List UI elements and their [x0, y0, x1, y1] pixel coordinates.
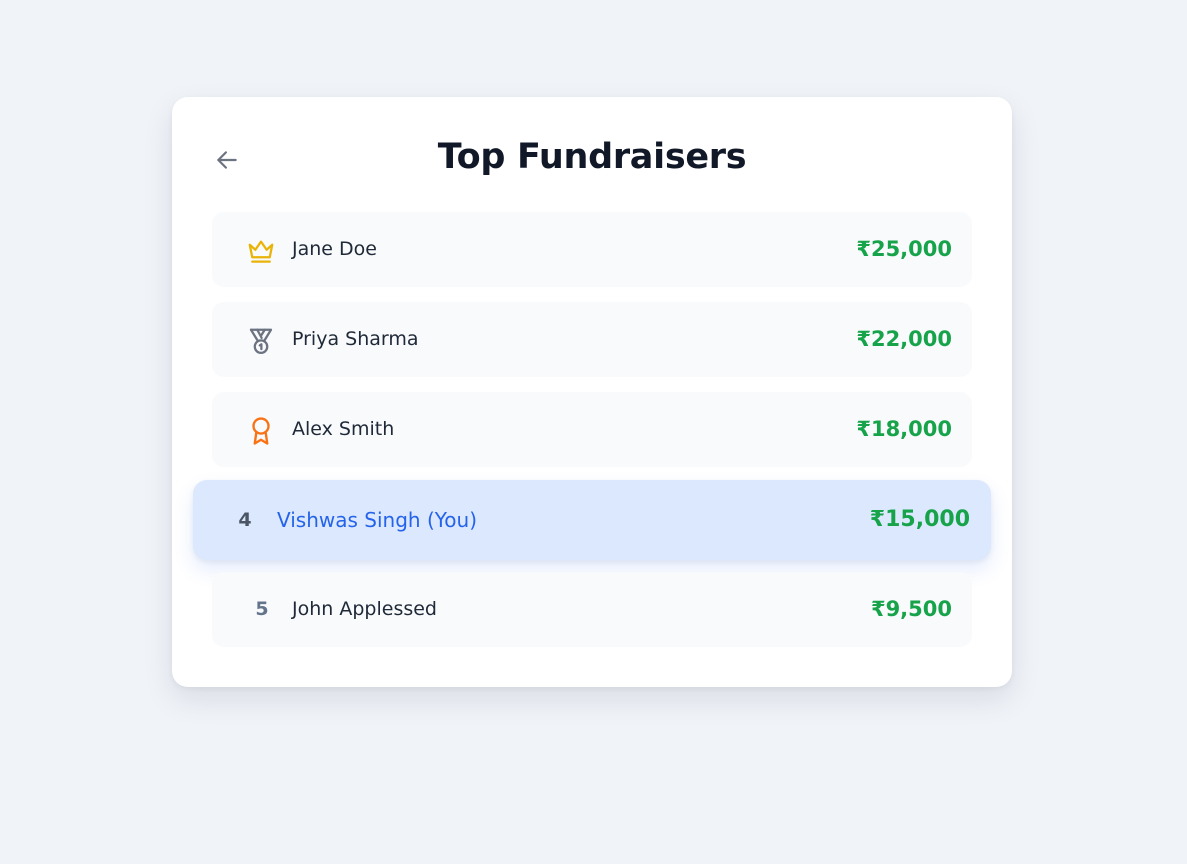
leaderboard-row-1[interactable]: Jane Doe ₹25,000	[212, 212, 972, 287]
fundraiser-name: Priya Sharma	[292, 328, 419, 350]
rank-number: 4	[238, 509, 252, 531]
rank-number: 5	[255, 598, 269, 620]
leaderboard-row-current-user[interactable]: 4 Vishwas Singh (You) ₹15,000	[193, 480, 991, 560]
leaderboard-card: Top Fundraisers Jane Doe ₹25,000 Priya S…	[172, 97, 1012, 687]
leaderboard-row-5[interactable]: 5 John Applessed ₹9,500	[212, 572, 972, 647]
award-ribbon-icon	[252, 417, 270, 445]
leaderboard-row-3[interactable]: Alex Smith ₹18,000	[212, 392, 972, 467]
fundraiser-amount: ₹18,000	[856, 417, 952, 441]
fundraiser-amount: ₹9,500	[870, 597, 952, 621]
leaderboard-row-2[interactable]: Priya Sharma ₹22,000	[212, 302, 972, 377]
fundraiser-amount: ₹15,000	[869, 507, 970, 532]
medal-icon	[249, 328, 273, 354]
page-title: Top Fundraisers	[437, 137, 747, 177]
fundraiser-amount: ₹22,000	[856, 327, 952, 351]
fundraiser-amount: ₹25,000	[856, 237, 952, 261]
crown-icon	[248, 240, 274, 263]
fundraiser-name: Jane Doe	[292, 238, 377, 260]
fundraiser-name: Alex Smith	[292, 418, 395, 440]
fundraiser-name: John Applessed	[292, 598, 437, 620]
fundraiser-name: Vishwas Singh (You)	[277, 508, 478, 532]
